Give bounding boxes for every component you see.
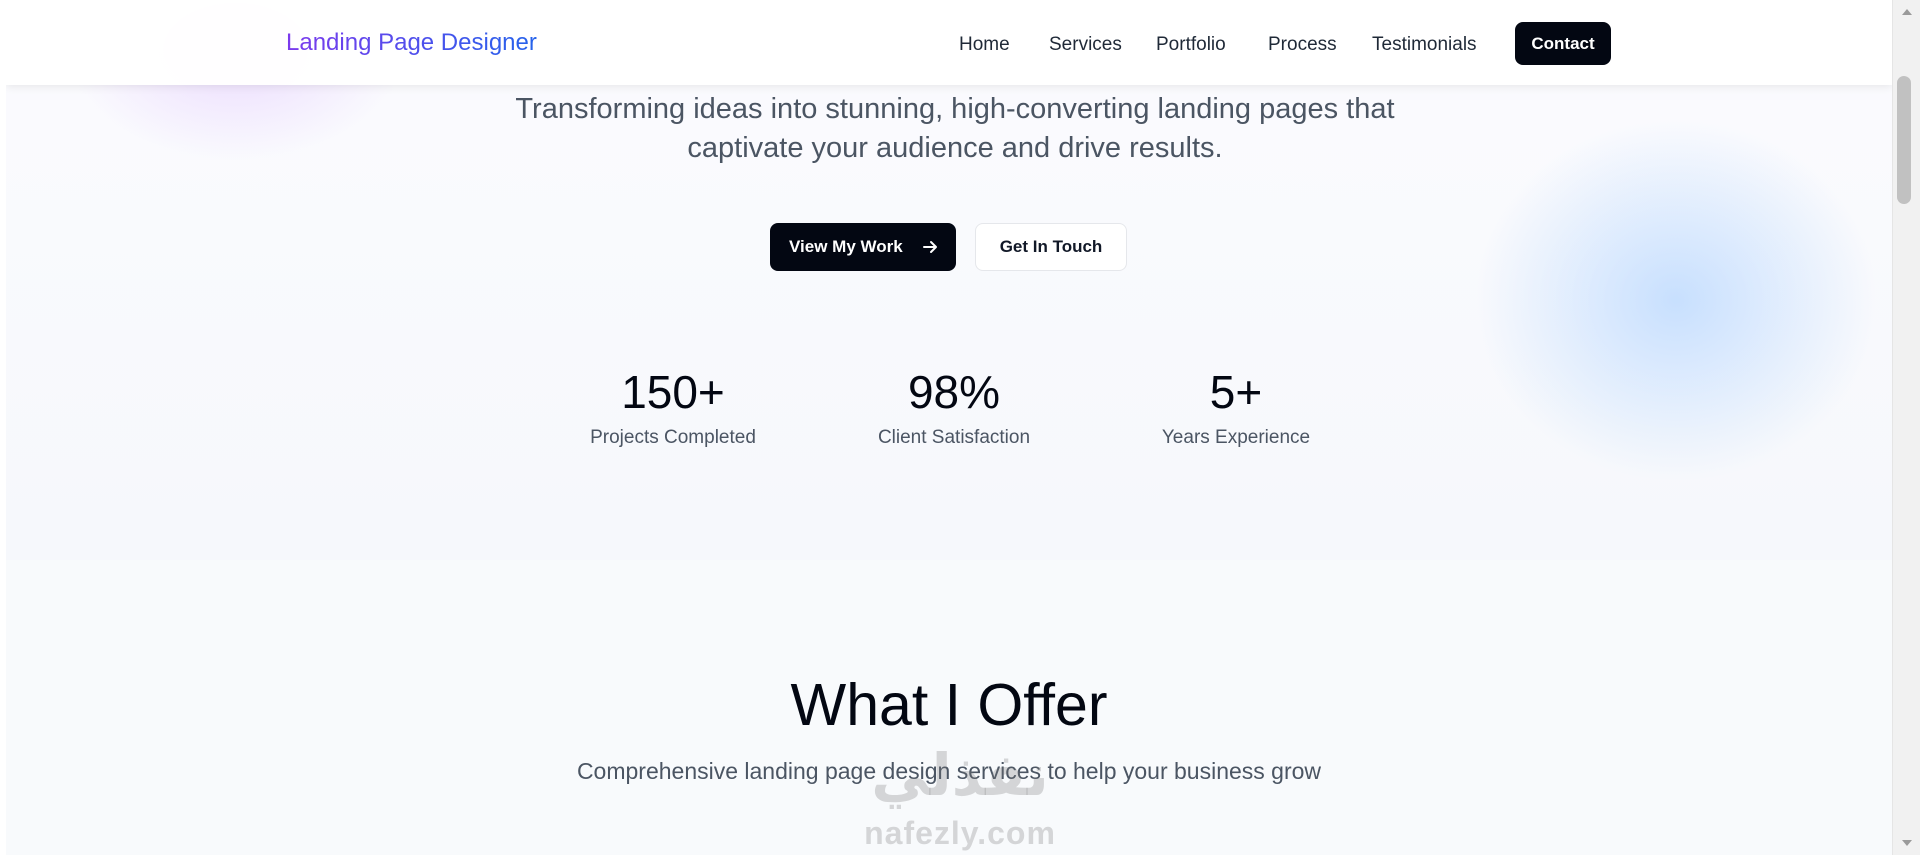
hero-tagline-line-2: captivate your audience and drive result… xyxy=(687,132,1223,164)
view-my-work-button[interactable]: View My Work xyxy=(770,223,956,271)
hero-tagline: Transforming ideas into stunning, high-c… xyxy=(466,90,1444,168)
hero-tagline-line-1: Transforming ideas into stunning, high-c… xyxy=(515,93,1395,125)
stat-label: Projects Completed xyxy=(590,427,756,448)
stat-value: 5+ xyxy=(1209,366,1263,418)
scroll-up-arrow-icon[interactable] xyxy=(1902,9,1912,15)
brand-logo[interactable]: Landing Page Designer xyxy=(286,28,537,58)
scroll-down-arrow-icon[interactable] xyxy=(1902,840,1912,846)
nav-link-home[interactable]: Home xyxy=(959,32,1010,58)
stat-label: Years Experience xyxy=(1161,427,1311,448)
nav-link-testimonials[interactable]: Testimonials xyxy=(1372,32,1477,58)
nav-link-portfolio[interactable]: Portfolio xyxy=(1156,32,1226,58)
nav-link-process[interactable]: Process xyxy=(1268,32,1337,58)
decorative-blue-blob xyxy=(1476,120,1876,480)
view-my-work-label: View My Work xyxy=(789,237,903,256)
page: Transforming ideas into stunning, high-c… xyxy=(6,0,1892,855)
stat-years-experience: 5+ Years Experience xyxy=(1116,364,1356,450)
services-section: What I Offer Comprehensive landing page … xyxy=(6,560,1892,855)
get-in-touch-button[interactable]: Get In Touch xyxy=(975,223,1127,271)
section-subtitle: Comprehensive landing page design servic… xyxy=(576,758,1322,784)
stat-label: Client Satisfaction xyxy=(877,427,1031,448)
top-navbar: Landing Page Designer Home Services Port… xyxy=(6,0,1892,85)
section-title: What I Offer xyxy=(790,672,1108,738)
scrollbar-thumb[interactable] xyxy=(1897,76,1911,204)
stat-value: 150+ xyxy=(621,366,725,418)
stat-projects-completed: 150+ Projects Completed xyxy=(553,364,793,450)
stat-value: 98% xyxy=(907,366,1001,418)
arrow-right-icon xyxy=(923,241,937,253)
stat-client-satisfaction: 98% Client Satisfaction xyxy=(834,364,1074,450)
vertical-scrollbar[interactable] xyxy=(1892,0,1920,855)
contact-button[interactable]: Contact xyxy=(1515,22,1611,65)
nav-link-services[interactable]: Services xyxy=(1049,32,1122,58)
